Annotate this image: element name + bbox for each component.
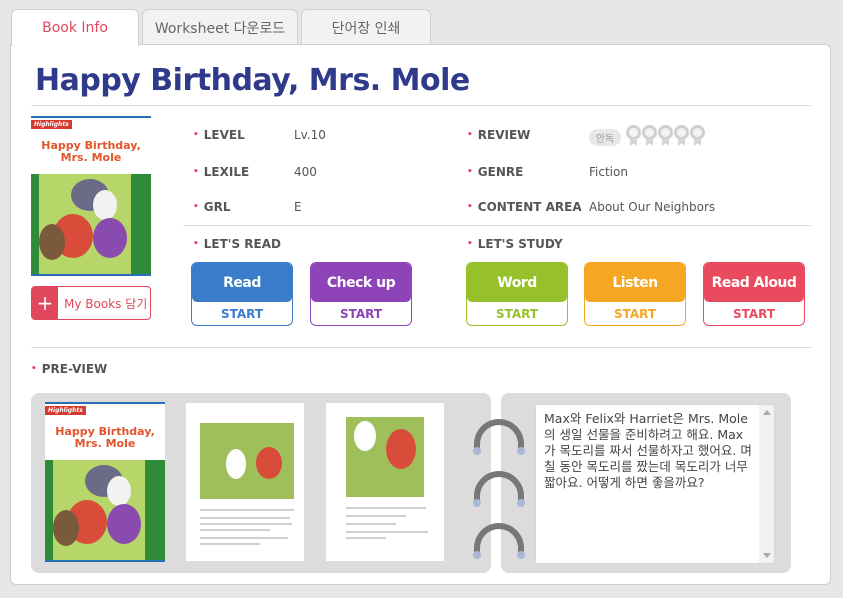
lexile-value: 400 (294, 165, 317, 179)
cover-title: Happy Birthday, Mrs. Mole (41, 139, 141, 164)
preview-page[interactable] (325, 402, 445, 562)
genre-label: GENRE (467, 165, 524, 179)
grl-label: GRL (193, 200, 231, 214)
medal-icon (658, 125, 673, 147)
review-label: REVIEW (467, 128, 531, 142)
summary-text: Max와 Felix와 Harriet은 Mrs. Mole의 생일 선물을 준… (544, 411, 752, 490)
add-to-my-books-button[interactable]: + My Books 담기 (31, 286, 151, 320)
lexile-label: LEXILE (193, 165, 249, 179)
word-button[interactable]: Word START (466, 262, 568, 326)
tab-vocab-print[interactable]: 단어장 인쇄 (301, 9, 431, 45)
divider (31, 105, 811, 106)
medal-icon (690, 125, 705, 147)
tab-book-info[interactable]: Book Info (11, 9, 139, 46)
level-label: LEVEL (193, 128, 245, 142)
read-aloud-button[interactable]: Read Aloud START (703, 262, 805, 326)
preview-page[interactable] (185, 402, 305, 562)
level-value: Lv.10 (294, 128, 326, 142)
brand-logo: Highlights (31, 120, 72, 129)
genre-value: Fiction (589, 165, 628, 179)
book-title: Happy Birthday, Mrs. Mole (35, 63, 470, 98)
divider (183, 225, 811, 226)
book-cover[interactable]: Highlights Happy Birthday, Mrs. Mole (31, 116, 151, 276)
cover-title: Happy Birthday, Mrs. Mole (55, 425, 155, 450)
medal-icon (642, 125, 657, 147)
scroll-down-icon[interactable] (763, 553, 771, 558)
scrollbar[interactable] (759, 405, 774, 563)
plus-icon: + (32, 287, 58, 319)
review-rating (626, 125, 705, 147)
brand-logo: Highlights (45, 406, 86, 415)
listen-button[interactable]: Listen START (584, 262, 686, 326)
book-info-panel: Happy Birthday, Mrs. Mole Highlights Hap… (10, 44, 831, 585)
lets-study-label: LET'S STUDY (467, 237, 563, 251)
grl-value: E (294, 200, 302, 214)
lets-read-label: LET'S READ (193, 237, 281, 251)
scroll-up-icon[interactable] (763, 410, 771, 415)
read-button[interactable]: Read START (191, 262, 293, 326)
medal-icon (674, 125, 689, 147)
content-area-value: About Our Neighbors (589, 200, 716, 214)
cover-illustration (31, 174, 151, 274)
content-area-label: CONTENT AREA (467, 200, 582, 214)
medal-icon (626, 125, 641, 147)
preview-cover[interactable]: Highlights Happy Birthday, Mrs. Mole (45, 402, 165, 562)
tab-bar: Book Info Worksheet 다운로드 단어장 인쇄 (11, 9, 431, 46)
summary-textbox[interactable]: Max와 Felix와 Harriet은 Mrs. Mole의 생일 선물을 준… (535, 404, 775, 564)
divider (31, 347, 811, 348)
tab-worksheet-download[interactable]: Worksheet 다운로드 (142, 9, 298, 45)
cover-illustration (45, 460, 165, 560)
review-badge: 안독 (589, 129, 621, 146)
preview-label: PRE-VIEW (31, 362, 108, 376)
add-to-my-books-label: My Books 담기 (64, 296, 148, 311)
check-up-button[interactable]: Check up START (310, 262, 412, 326)
